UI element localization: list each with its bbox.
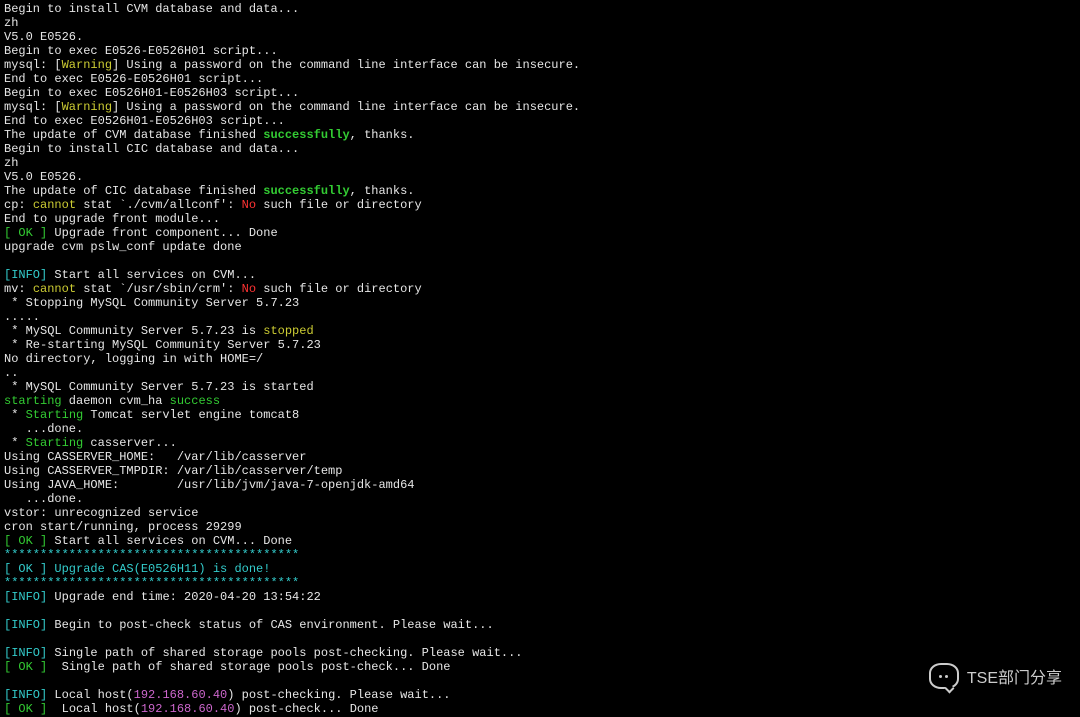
terminal-line: starting daemon cvm_ha success	[4, 394, 1076, 408]
terminal-line: * MySQL Community Server 5.7.23 is stopp…	[4, 324, 1076, 338]
terminal-line: Begin to install CIC database and data..…	[4, 142, 1076, 156]
terminal-line: .....	[4, 310, 1076, 324]
terminal-line: ...done.	[4, 492, 1076, 506]
terminal-line: ****************************************…	[4, 576, 1076, 590]
terminal-line: upgrade cvm pslw_conf update done	[4, 240, 1076, 254]
terminal-line: mv: cannot stat `/usr/sbin/crm': No such…	[4, 282, 1076, 296]
terminal-line: cron start/running, process 29299	[4, 520, 1076, 534]
terminal-line: [ OK ] Local host(192.168.60.40) post-ch…	[4, 702, 1076, 716]
terminal-line: [INFO] Begin to post-check status of CAS…	[4, 618, 1076, 632]
terminal-line: [INFO] Single path of shared storage poo…	[4, 646, 1076, 660]
terminal-line: [INFO] Upgrade end time: 2020-04-20 13:5…	[4, 590, 1076, 604]
terminal-line: Begin to exec E0526H01-E0526H03 script..…	[4, 86, 1076, 100]
terminal-line: Begin to exec E0526-E0526H01 script...	[4, 44, 1076, 58]
terminal-line: * Stopping MySQL Community Server 5.7.23	[4, 296, 1076, 310]
terminal-line: No directory, logging in with HOME=/	[4, 352, 1076, 366]
terminal-line: Using CASSERVER_TMPDIR: /var/lib/casserv…	[4, 464, 1076, 478]
terminal-line	[4, 604, 1076, 618]
terminal-output[interactable]: Begin to install CVM database and data..…	[0, 0, 1080, 717]
terminal-line: [ OK ] Upgrade front component... Done	[4, 226, 1076, 240]
terminal-line: vstor: unrecognized service	[4, 506, 1076, 520]
terminal-line: * Starting casserver...	[4, 436, 1076, 450]
terminal-line: End to exec E0526H01-E0526H03 script...	[4, 114, 1076, 128]
terminal-line: ...done.	[4, 422, 1076, 436]
terminal-line: Using JAVA_HOME: /usr/lib/jvm/java-7-ope…	[4, 478, 1076, 492]
terminal-line: zh	[4, 156, 1076, 170]
terminal-line: Begin to install CVM database and data..…	[4, 2, 1076, 16]
terminal-line: mysql: [Warning] Using a password on the…	[4, 100, 1076, 114]
terminal-line: [INFO] Start all services on CVM...	[4, 268, 1076, 282]
terminal-line: zh	[4, 16, 1076, 30]
terminal-line: V5.0 E0526.	[4, 170, 1076, 184]
terminal-line: The update of CIC database finished succ…	[4, 184, 1076, 198]
terminal-line: ****************************************…	[4, 548, 1076, 562]
terminal-line: [INFO] Local host(192.168.60.40) post-ch…	[4, 688, 1076, 702]
terminal-line: * MySQL Community Server 5.7.23 is start…	[4, 380, 1076, 394]
terminal-line: [ OK ] Single path of shared storage poo…	[4, 660, 1076, 674]
terminal-line: mysql: [Warning] Using a password on the…	[4, 58, 1076, 72]
terminal-line: End to upgrade front module...	[4, 212, 1076, 226]
terminal-line: * Re-starting MySQL Community Server 5.7…	[4, 338, 1076, 352]
terminal-line: [ OK ] Start all services on CVM... Done	[4, 534, 1076, 548]
terminal-line: cp: cannot stat `./cvm/allconf': No such…	[4, 198, 1076, 212]
terminal-line	[4, 632, 1076, 646]
terminal-line: Using CASSERVER_HOME: /var/lib/casserver	[4, 450, 1076, 464]
terminal-line: The update of CVM database finished succ…	[4, 128, 1076, 142]
terminal-line: [ OK ] Upgrade CAS(E0526H11) is done!	[4, 562, 1076, 576]
terminal-line: End to exec E0526-E0526H01 script...	[4, 72, 1076, 86]
terminal-line	[4, 674, 1076, 688]
terminal-line: V5.0 E0526.	[4, 30, 1076, 44]
terminal-line: ..	[4, 366, 1076, 380]
terminal-line: * Starting Tomcat servlet engine tomcat8	[4, 408, 1076, 422]
terminal-line	[4, 254, 1076, 268]
